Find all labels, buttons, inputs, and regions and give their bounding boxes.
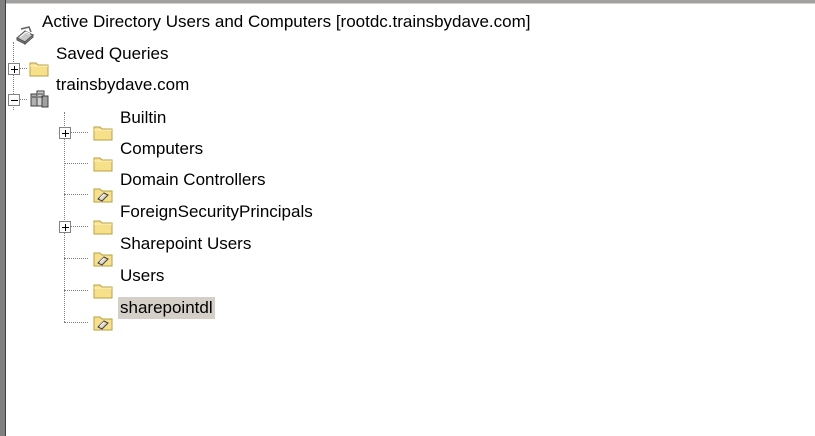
collapse-domain-button[interactable] bbox=[8, 94, 20, 106]
domain-icon bbox=[30, 90, 49, 108]
tree-item-label[interactable]: trainsbydave.com bbox=[54, 74, 191, 96]
tree-connector bbox=[70, 132, 88, 134]
active-directory-icon bbox=[16, 26, 34, 46]
tree-item-label[interactable]: ForeignSecurityPrincipals bbox=[118, 201, 315, 223]
tree-connector bbox=[70, 226, 88, 228]
tree-item-label[interactable]: Sharepoint Users bbox=[118, 233, 253, 255]
folder-icon bbox=[93, 126, 113, 141]
tree-connector bbox=[64, 290, 88, 292]
tree-connector bbox=[64, 258, 88, 260]
folder-icon bbox=[93, 220, 113, 235]
folder-icon bbox=[29, 62, 49, 77]
tree-connector bbox=[64, 163, 88, 165]
tree-connector bbox=[19, 99, 27, 101]
expand-saved-queries-button[interactable] bbox=[8, 63, 20, 75]
tree-item-label[interactable]: Builtin bbox=[118, 107, 168, 129]
folder-icon bbox=[93, 284, 113, 299]
folder-icon bbox=[93, 157, 113, 172]
console-tree-pane[interactable]: Active Directory Users and Computers [ro… bbox=[6, 4, 815, 436]
tree-connector bbox=[19, 68, 27, 70]
expand-foreign-security-principals-button[interactable] bbox=[59, 221, 71, 233]
organizational-unit-icon bbox=[93, 316, 113, 331]
tree-item-label[interactable]: Saved Queries bbox=[54, 43, 170, 65]
expand-builtin-button[interactable] bbox=[59, 127, 71, 139]
tree-item-label[interactable]: Computers bbox=[118, 138, 205, 160]
tree-connector bbox=[64, 322, 88, 324]
tree-item-label-selected[interactable]: sharepointdl bbox=[118, 297, 215, 319]
tree-item-label[interactable]: Domain Controllers bbox=[118, 169, 268, 191]
ad-users-computers-window: Active Directory Users and Computers [ro… bbox=[0, 0, 815, 436]
tree-connector bbox=[64, 194, 88, 196]
organizational-unit-icon bbox=[93, 252, 113, 267]
tree-root-label[interactable]: Active Directory Users and Computers [ro… bbox=[40, 11, 532, 33]
organizational-unit-icon bbox=[93, 188, 113, 203]
tree-item-label[interactable]: Users bbox=[118, 265, 166, 287]
